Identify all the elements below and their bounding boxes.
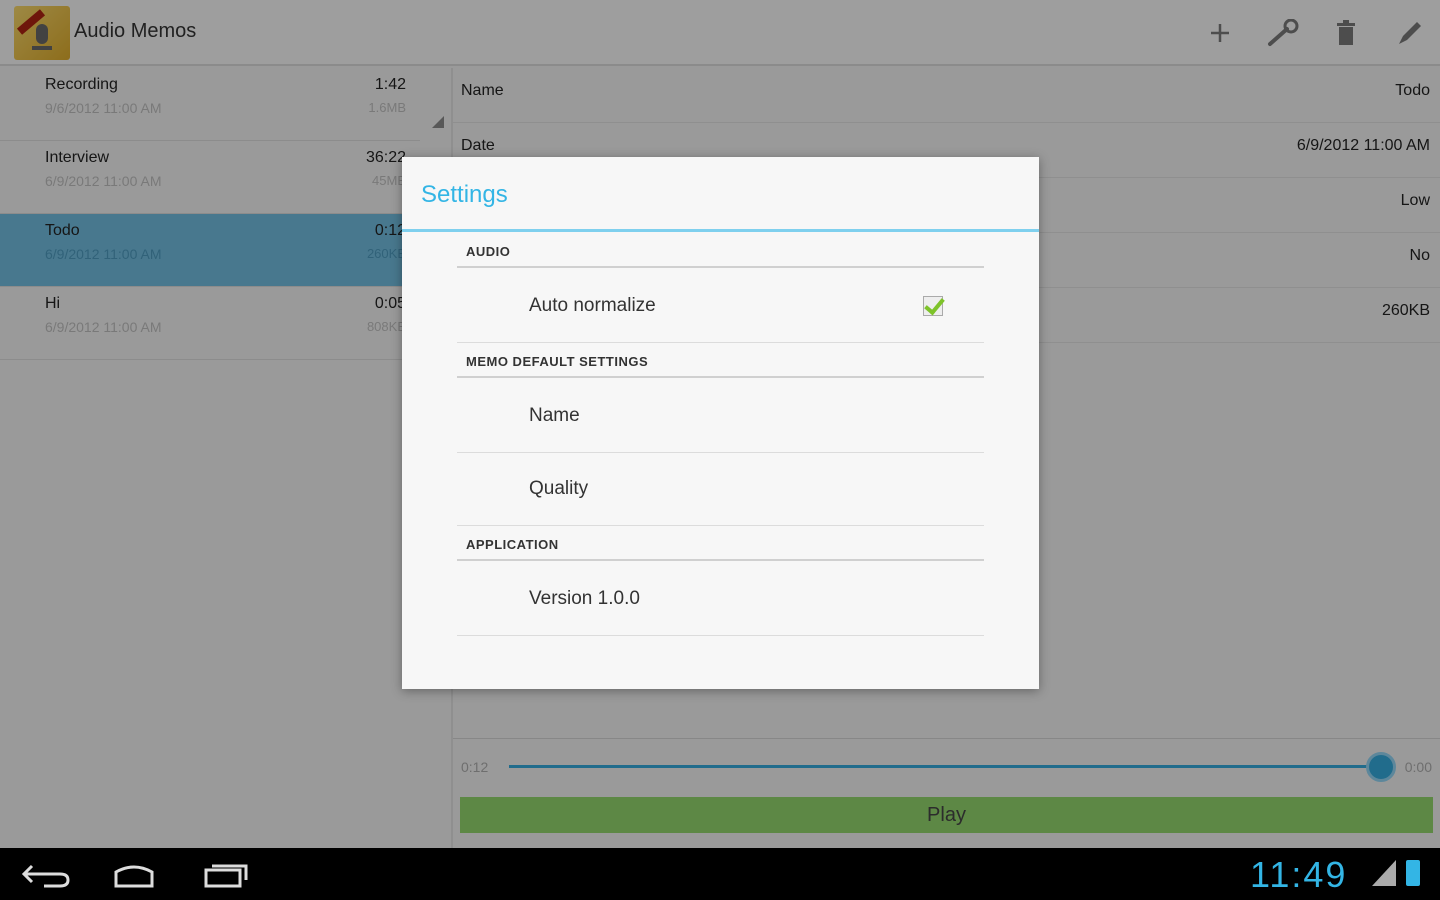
pref-default-quality[interactable]: Quality bbox=[457, 453, 984, 526]
category-label: MEMO DEFAULT SETTINGS bbox=[466, 354, 649, 369]
home-button[interactable] bbox=[104, 856, 164, 892]
pref-auto-normalize[interactable]: Auto normalize bbox=[457, 270, 984, 343]
pref-label: Version 1.0.0 bbox=[529, 588, 640, 609]
category-memo-defaults: MEMO DEFAULT SETTINGS bbox=[457, 342, 984, 378]
back-icon bbox=[21, 864, 70, 888]
battery-icon bbox=[1406, 860, 1420, 886]
status-clock: 11:49 bbox=[1250, 854, 1348, 895]
auto-normalize-checkbox[interactable] bbox=[923, 296, 943, 316]
category-label: APPLICATION bbox=[466, 537, 559, 552]
pref-default-name[interactable]: Name bbox=[457, 380, 984, 453]
settings-dialog: Settings AUDIO Auto normalize MEMO DEFAU… bbox=[402, 157, 1039, 689]
recent-apps-button[interactable] bbox=[196, 856, 256, 892]
pref-label: Quality bbox=[529, 478, 589, 499]
system-bar: 11:49 bbox=[0, 848, 1440, 900]
pref-label: Auto normalize bbox=[529, 295, 656, 316]
dialog-title: Settings bbox=[421, 181, 508, 208]
pref-label: Name bbox=[529, 405, 580, 426]
category-audio: AUDIO bbox=[457, 232, 984, 268]
category-application: APPLICATION bbox=[457, 525, 984, 561]
home-icon bbox=[114, 865, 154, 888]
recent-apps-icon bbox=[204, 864, 248, 888]
signal-icon bbox=[1372, 860, 1396, 886]
category-label: AUDIO bbox=[466, 244, 511, 259]
pref-version[interactable]: Version 1.0.0 bbox=[457, 563, 984, 636]
back-button[interactable] bbox=[16, 856, 76, 892]
